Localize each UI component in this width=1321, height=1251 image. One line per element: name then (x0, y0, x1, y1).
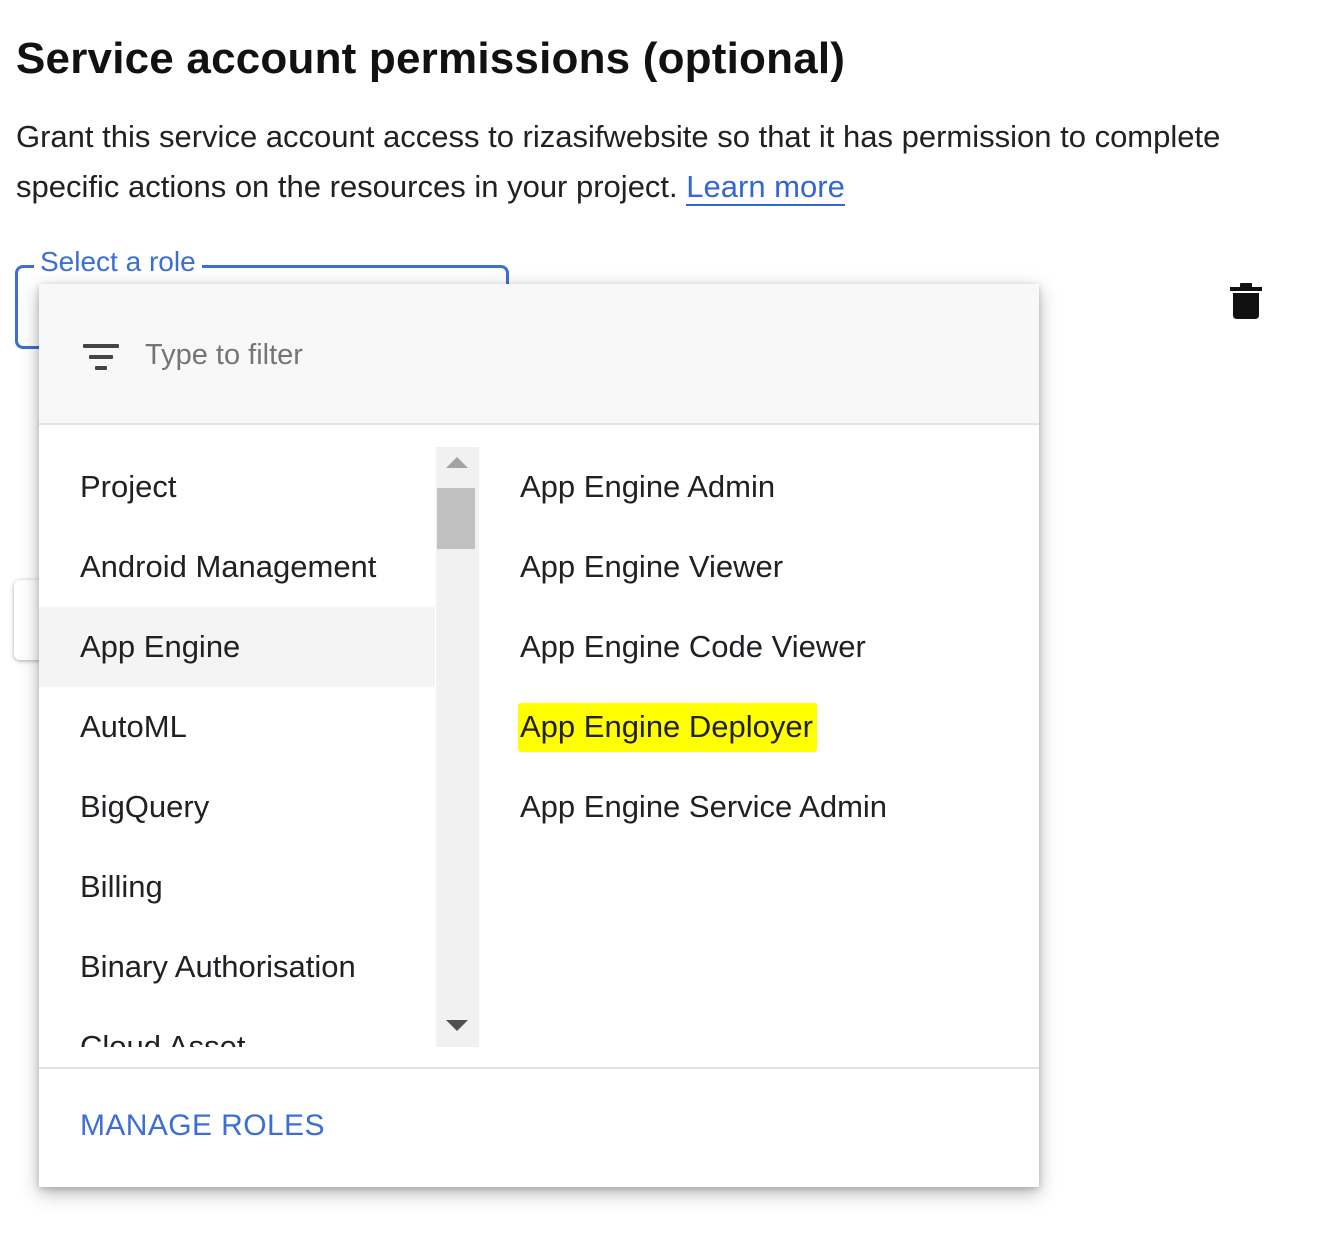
scroll-thumb[interactable] (437, 488, 475, 549)
description-text: Grant this service account access to riz… (16, 119, 1221, 204)
role-item-app-engine-code-viewer[interactable]: App Engine Code Viewer (520, 607, 1020, 687)
role-item-app-engine-service-admin[interactable]: App Engine Service Admin (520, 767, 1020, 847)
filter-input[interactable] (143, 334, 747, 376)
category-item-cloud-asset[interactable]: Cloud Asset (39, 1007, 435, 1047)
category-item-bigquery[interactable]: BigQuery (39, 767, 435, 847)
section-description: Grant this service account access to riz… (16, 112, 1311, 212)
category-item-android-management[interactable]: Android Management (39, 527, 435, 607)
category-list: Project Android Management App Engine Au… (39, 447, 435, 1047)
category-item-project[interactable]: Project (39, 447, 435, 527)
role-label-highlighted: App Engine Deployer (518, 703, 817, 752)
scroll-up-arrow-icon[interactable] (446, 457, 468, 468)
category-item-binary-authorisation[interactable]: Binary Authorisation (39, 927, 435, 1007)
category-item-automl[interactable]: AutoML (39, 687, 435, 767)
scroll-down-arrow-icon[interactable] (446, 1020, 468, 1031)
category-item-app-engine[interactable]: App Engine (39, 607, 435, 687)
category-scrollbar[interactable] (436, 447, 479, 1047)
trash-icon[interactable] (1228, 282, 1264, 320)
filter-bar (39, 284, 1039, 425)
role-item-app-engine-viewer[interactable]: App Engine Viewer (520, 527, 1020, 607)
role-label: App Engine Code Viewer (520, 629, 866, 664)
menu-footer: MANAGE ROLES (39, 1067, 1039, 1187)
service-account-permissions-page: Service account permissions (optional) G… (0, 0, 1321, 1251)
role-select-label: Select a role (34, 246, 202, 278)
category-item-billing[interactable]: Billing (39, 847, 435, 927)
role-item-app-engine-admin[interactable]: App Engine Admin (520, 447, 1020, 527)
role-item-app-engine-deployer[interactable]: App Engine Deployer (518, 687, 1020, 767)
filter-list-icon (83, 344, 119, 372)
page-title: Service account permissions (optional) (16, 34, 846, 83)
role-list: App Engine Admin App Engine Viewer App E… (518, 447, 1020, 847)
role-dropdown-menu: Project Android Management App Engine Au… (39, 284, 1039, 1187)
role-label: App Engine Viewer (520, 549, 784, 584)
role-label: App Engine Service Admin (520, 789, 888, 824)
manage-roles-button[interactable]: MANAGE ROLES (80, 1109, 325, 1143)
learn-more-link[interactable]: Learn more (686, 169, 845, 206)
role-label: App Engine Admin (520, 469, 776, 504)
